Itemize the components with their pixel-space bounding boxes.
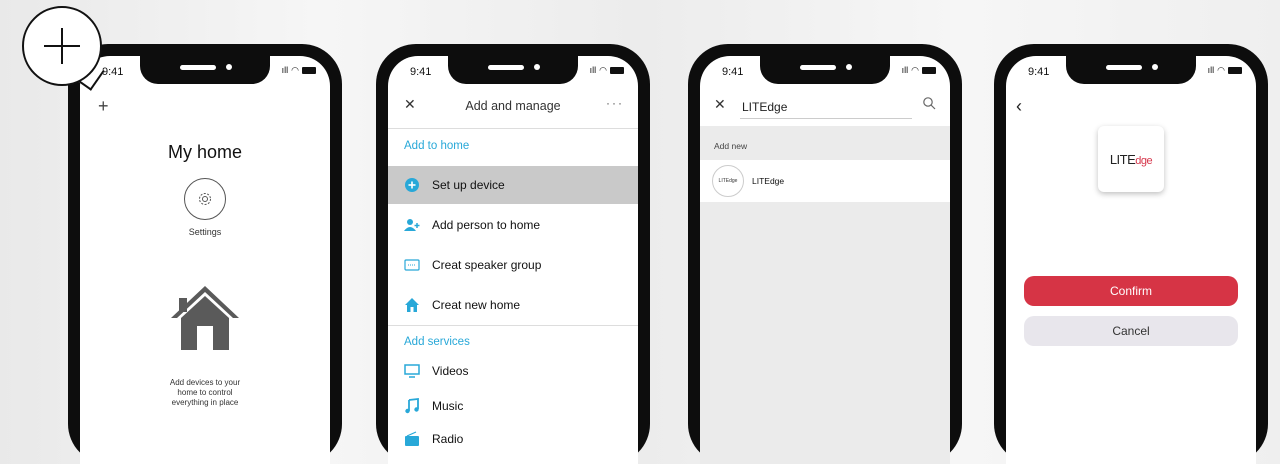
signal-icon: ıll [901, 65, 909, 75]
wifi-icon: ◠ [911, 65, 919, 75]
phone-frame-3: 9:41 ıll ◠ ✕ LITEdge Add new LITEdge LIT… [688, 44, 962, 464]
settings-button[interactable] [184, 178, 226, 220]
close-button[interactable]: ✕ [714, 96, 726, 113]
status-icons: ıll ◠ [902, 65, 936, 75]
status-time: 9:41 [722, 66, 744, 78]
result-name: LITEdge [752, 176, 785, 186]
section-add-services: Add services [404, 336, 470, 348]
page-title: My home [167, 142, 243, 162]
status-icons: ıll ◠ [590, 65, 624, 75]
notch [448, 56, 578, 84]
notch [1066, 56, 1196, 84]
divider [388, 325, 638, 326]
signal-icon: ıll [1207, 65, 1215, 75]
status-time: 9:41 [102, 66, 124, 78]
litedge-logo: LITEdge [712, 165, 744, 197]
more-options-button[interactable]: ··· [606, 96, 624, 110]
plus-icon [44, 28, 80, 64]
litedge-logo: LITEdge [1098, 126, 1164, 192]
divider [388, 128, 638, 129]
confirm-button[interactable]: Confirm [1024, 276, 1238, 306]
status-icons: ıll ◠ [282, 65, 316, 75]
music-note-icon [404, 398, 420, 414]
status-icons: ıll ◠ [1208, 65, 1242, 75]
signal-icon: ıll [589, 65, 597, 75]
menu-item-label: Creat speaker group [432, 258, 542, 272]
battery-icon [922, 66, 936, 74]
menu-item-add-person[interactable]: Add person to home [388, 206, 638, 244]
home-icon [404, 297, 420, 313]
add-button[interactable]: + [98, 96, 109, 117]
home-icon [171, 286, 239, 350]
menu-item-radio[interactable]: Radio [388, 420, 638, 458]
screen-my-home: 9:41 ıll ◠ + My home Settings Add device… [80, 56, 330, 464]
section-add-new: Add new [714, 141, 748, 151]
menu-item-label: Radio [432, 432, 464, 446]
wifi-icon: ◠ [1217, 65, 1225, 75]
status-time: 9:41 [410, 66, 432, 78]
gear-icon [199, 193, 211, 205]
notch [760, 56, 890, 84]
phone-frame-1: 9:41 ıll ◠ + My home Settings Add device… [68, 44, 342, 464]
settings-label: Settings [188, 227, 222, 237]
wifi-icon: ◠ [291, 65, 299, 75]
screen-confirm: 9:41 ıll ◠ ‹ LITEdge Confirm Cancel [1006, 56, 1256, 464]
menu-item-speaker-group[interactable]: Creat speaker group [388, 246, 638, 284]
plus-circle-icon [404, 177, 420, 193]
screen-search: 9:41 ıll ◠ ✕ LITEdge Add new LITEdge LIT… [700, 56, 950, 464]
status-time: 9:41 [1028, 66, 1050, 78]
menu-item-label: Music [432, 399, 464, 413]
wifi-icon: ◠ [599, 65, 607, 75]
zoom-callout [22, 6, 102, 86]
screen-add-and-manage: 9:41 ıll ◠ ✕ Add and manage ··· Add to h… [388, 56, 638, 464]
empty-state-text: Add devices to your home to control ever… [169, 378, 241, 407]
menu-item-new-home[interactable]: Creat new home [388, 286, 638, 324]
radio-icon [404, 431, 420, 447]
menu-item-label: Videos [432, 364, 469, 378]
logo-accent: dge [1135, 154, 1153, 167]
search-input[interactable]: LITEdge [742, 100, 787, 114]
add-person-icon [404, 217, 420, 233]
battery-icon [1228, 66, 1242, 74]
monitor-icon [404, 363, 420, 379]
cancel-button[interactable]: Cancel [1024, 316, 1238, 346]
result-item-litedge[interactable]: LITEdge LITEdge [700, 160, 950, 202]
notch [140, 56, 270, 84]
search-icon[interactable] [922, 96, 936, 110]
logo-main: LITE [1109, 151, 1136, 167]
battery-icon [302, 66, 316, 74]
menu-item-videos[interactable]: Videos [388, 352, 638, 390]
section-add-to-home: Add to home [404, 140, 470, 152]
battery-icon [610, 66, 624, 74]
signal-icon: ıll [281, 65, 289, 75]
menu-item-set-up-device[interactable]: Set up device [388, 166, 638, 204]
back-button[interactable]: ‹ [1016, 96, 1022, 117]
menu-item-label: Set up device [432, 178, 505, 192]
menu-item-label: Add person to home [432, 218, 541, 232]
phone-frame-2: 9:41 ıll ◠ ✕ Add and manage ··· Add to h… [376, 44, 650, 464]
phone-frame-4: 9:41 ıll ◠ ‹ LITEdge Confirm Cancel [994, 44, 1268, 464]
page-title: Add and manage [465, 99, 561, 113]
speaker-group-icon [404, 257, 420, 273]
menu-item-label: Creat new home [432, 298, 521, 312]
search-underline [740, 118, 912, 119]
